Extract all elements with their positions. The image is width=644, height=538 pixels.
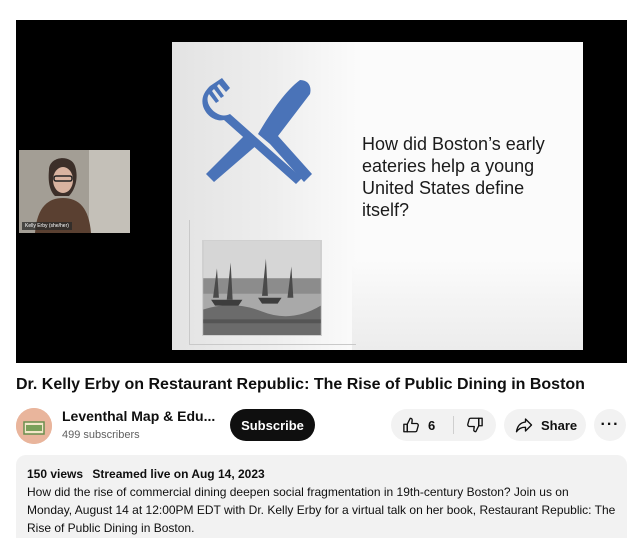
like-button[interactable]: 6 (391, 409, 453, 441)
channel-name[interactable]: Leventhal Map & Edu... (62, 408, 215, 424)
thumbs-down-icon (467, 417, 483, 433)
more-icon: ··· (600, 416, 620, 433)
like-count: 6 (428, 417, 436, 433)
subscriber-count: 499 subscribers (62, 429, 140, 441)
view-count: 150 views (27, 467, 84, 481)
fork-and-knife-icon (202, 78, 312, 184)
channel-avatar[interactable] (16, 408, 52, 444)
share-icon (515, 418, 533, 433)
description-meta: 150 views Streamed live on Aug 14, 2023 (27, 465, 616, 483)
video-player[interactable]: How did Boston’s early eateries help a y… (16, 20, 627, 363)
description-box[interactable]: 150 views Streamed live on Aug 14, 2023 … (16, 455, 627, 538)
description-text: How did the rise of commercial dining de… (27, 485, 616, 535)
subscribe-button[interactable]: Subscribe (230, 409, 315, 441)
share-label: Share (541, 417, 578, 433)
presentation-slide: How did Boston’s early eateries help a y… (172, 42, 583, 350)
slide-question: How did Boston’s early eateries help a y… (362, 134, 545, 220)
thumbs-up-icon (403, 417, 419, 433)
more-actions-button[interactable]: ··· (594, 409, 626, 441)
speaker-webcam: Kelly Erby (she/her) (19, 150, 130, 233)
stream-date: Streamed live on Aug 14, 2023 (92, 467, 265, 481)
like-dislike-group: 6 (391, 409, 496, 441)
speaker-caption: Kelly Erby (she/her) (22, 222, 72, 230)
video-title: Dr. Kelly Erby on Restaurant Republic: T… (16, 376, 585, 393)
dislike-button[interactable] (454, 409, 496, 441)
harbor-engraving-image (202, 240, 322, 336)
share-button[interactable]: Share (504, 409, 586, 441)
